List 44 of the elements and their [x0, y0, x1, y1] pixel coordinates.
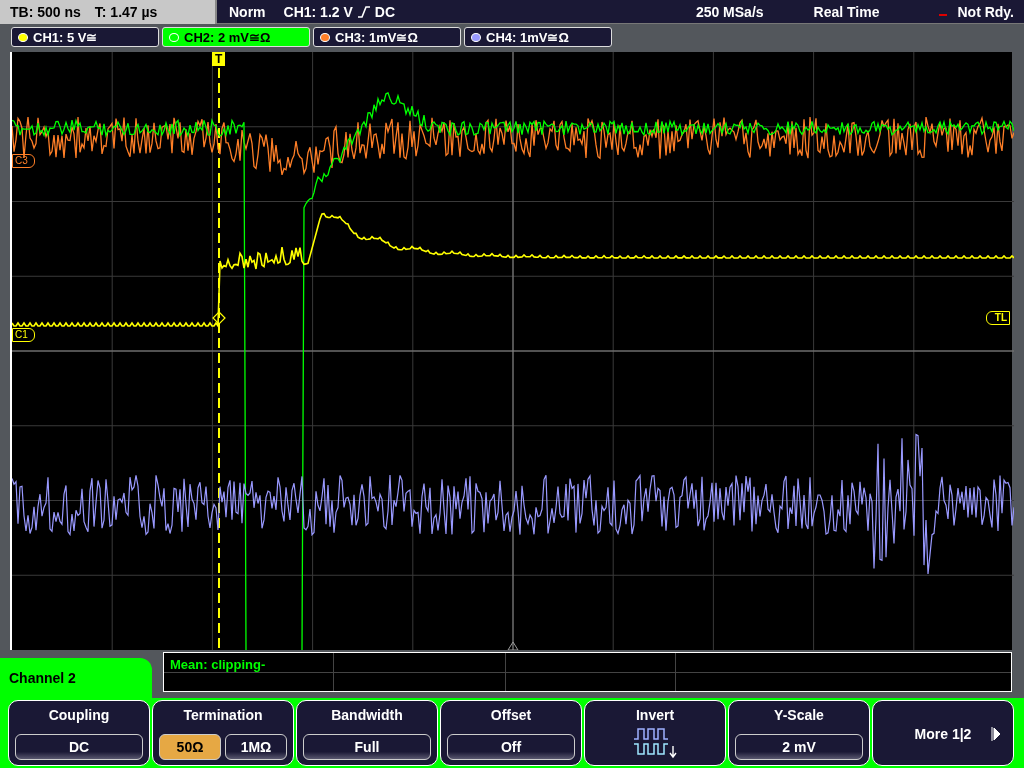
channel-tab[interactable]: CH1: 5 V≅: [11, 27, 159, 47]
trigger-level-label: CH1: 1.2 V: [283, 3, 353, 20]
acquisition-label: Real Time: [813, 3, 880, 20]
option-button[interactable]: 50Ω: [159, 734, 221, 760]
status-indicator-icon: [939, 14, 948, 16]
menu-title: Channel 2: [9, 670, 76, 686]
softkey-panel[interactable]: Coupling DC: [8, 700, 150, 766]
option-button[interactable]: 2 mV: [735, 734, 863, 760]
softkey-label: Termination: [183, 707, 263, 723]
run-status-label: Not Rdy.: [957, 3, 1014, 20]
trigger-marker: T: [212, 52, 226, 66]
trigger-level-marker: TL: [985, 311, 1010, 325]
channel-marker: C3: [12, 154, 35, 168]
timebase-label: TB: 500 ns: [10, 4, 81, 20]
softkey-panel[interactable]: Offset Off: [440, 700, 582, 766]
measurement-value: Mean: clipping-: [170, 657, 266, 672]
softkey-panel[interactable]: More 1|2: [872, 700, 1014, 766]
next-page-icon: [991, 725, 1002, 742]
rising-edge-icon: [356, 4, 371, 19]
option-button[interactable]: Off: [447, 734, 575, 760]
channel-tab[interactable]: CH2: 2 mV≅Ω: [162, 27, 310, 47]
trigger-coupling-label: DC: [374, 3, 396, 20]
option-button[interactable]: DC: [15, 734, 143, 760]
option-button[interactable]: 1MΩ: [225, 734, 287, 760]
trigger-time-label: T: 1.47 µs: [94, 4, 158, 20]
softkey-panel[interactable]: Invert: [584, 700, 726, 766]
softkey-label: Coupling: [48, 707, 110, 723]
softkey-panel[interactable]: Termination 50Ω 1MΩ: [152, 700, 294, 766]
channel-tab[interactable]: CH3: 1mV≅Ω: [313, 27, 461, 47]
softkey-label: Y-Scale: [774, 707, 824, 723]
softkey-panel[interactable]: Y-Scale 2 mV: [728, 700, 870, 766]
channel-tab[interactable]: CH4: 1mV≅Ω: [464, 27, 612, 47]
center-marker-icon: [507, 641, 519, 650]
invert-waveform-icon: [632, 726, 678, 760]
softkey-label: Offset: [490, 707, 532, 723]
trigger-level-icon: [212, 311, 226, 325]
channel-marker: C1: [12, 328, 35, 342]
softkey-label: More 1|2: [914, 725, 972, 742]
sample-rate-label: 250 MSa/s: [695, 3, 764, 20]
softkey-label: Bandwidth: [331, 707, 403, 723]
softkey-panel[interactable]: Bandwidth Full: [296, 700, 438, 766]
option-button[interactable]: Full: [303, 734, 431, 760]
softkey-label: Invert: [635, 707, 675, 723]
trigger-mode-label: Norm: [229, 3, 266, 20]
